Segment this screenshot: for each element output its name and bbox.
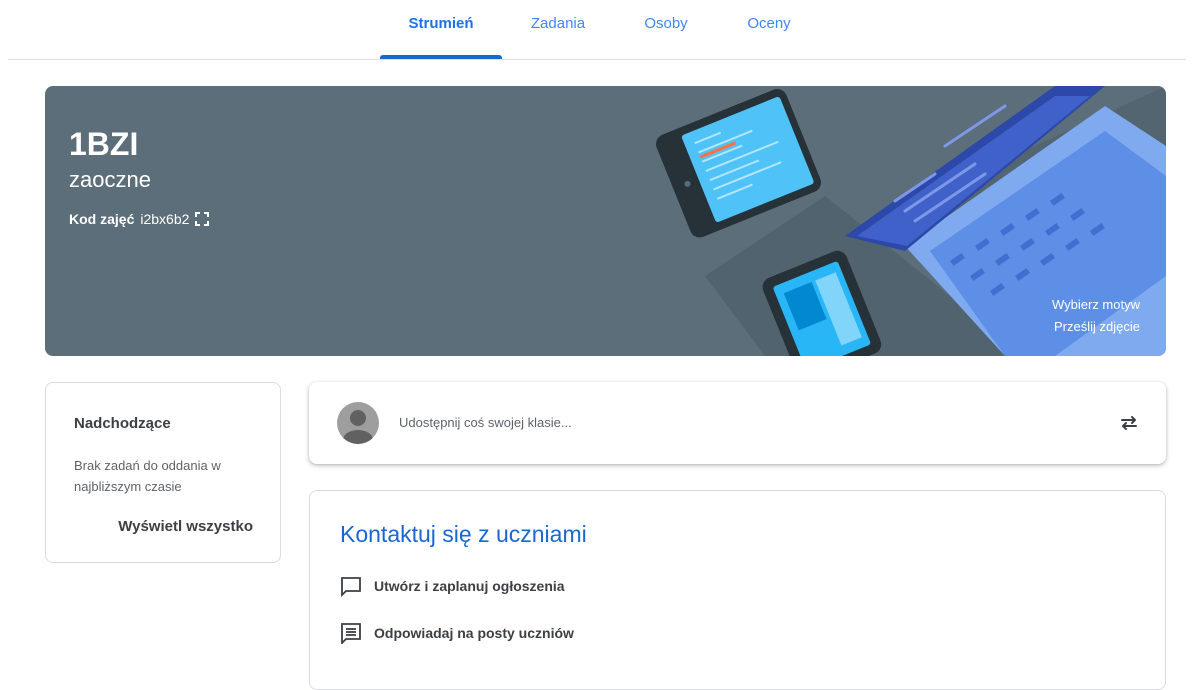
upcoming-empty-text: Brak zadań do oddania w najbliższym czas… [74,458,221,494]
upcoming-title: Nadchodzące [74,415,171,432]
reply-posts-label: Odpowiadaj na posty uczniów [374,625,574,641]
contact-students-card: Kontaktuj się z uczniami Utwórz i zaplan… [309,490,1166,690]
view-all-link[interactable]: Wyświetl wszystko [118,518,253,535]
class-title: 1BZI [69,126,139,162]
repost-icon[interactable] [1118,412,1140,434]
contact-title: Kontaktuj się z uczniami [340,521,587,547]
banner-actions: Wybierz motyw Prześlij zdjęcie [1052,294,1140,338]
upcoming-card: Nadchodzące Brak zadań do oddania w najb… [45,382,281,563]
class-subtitle: zaoczne [69,167,151,192]
share-placeholder[interactable]: Udostępnij coś swojej klasie... [399,415,572,430]
tab-strumien[interactable]: Strumień [380,0,502,58]
reply-posts-item[interactable]: Odpowiadaj na posty uczniów [340,622,574,644]
tab-osoby[interactable]: Osoby [628,0,704,58]
create-announcements-label: Utwórz i zaplanuj ogłoszenia [374,578,565,594]
tab-zadania[interactable]: Zadania [518,0,598,58]
class-code-value: i2bx6b2 [140,211,190,227]
class-code-label: Kod zajęć [69,211,135,227]
class-code: Kod zajęć i2bx6b2 [69,211,210,227]
reply-posts-icon [341,623,361,644]
avatar [337,402,379,444]
top-tabs: Strumień Zadania Osoby Oceny [0,0,1194,60]
class-banner: 1BZI zaoczne Kod zajęć i2bx6b2 Wybierz m… [45,86,1166,356]
tab-oceny[interactable]: Oceny [734,0,804,58]
create-announcements-item[interactable]: Utwórz i zaplanuj ogłoszenia [340,575,565,597]
banner-illustration [656,86,1166,356]
share-box[interactable]: Udostępnij coś swojej klasie... [309,382,1166,464]
announcement-icon [341,577,361,597]
tabs-divider [8,59,1186,60]
upload-photo-link[interactable]: Prześlij zdjęcie [1052,316,1140,338]
fullscreen-icon[interactable] [195,212,210,226]
select-theme-link[interactable]: Wybierz motyw [1052,294,1140,316]
